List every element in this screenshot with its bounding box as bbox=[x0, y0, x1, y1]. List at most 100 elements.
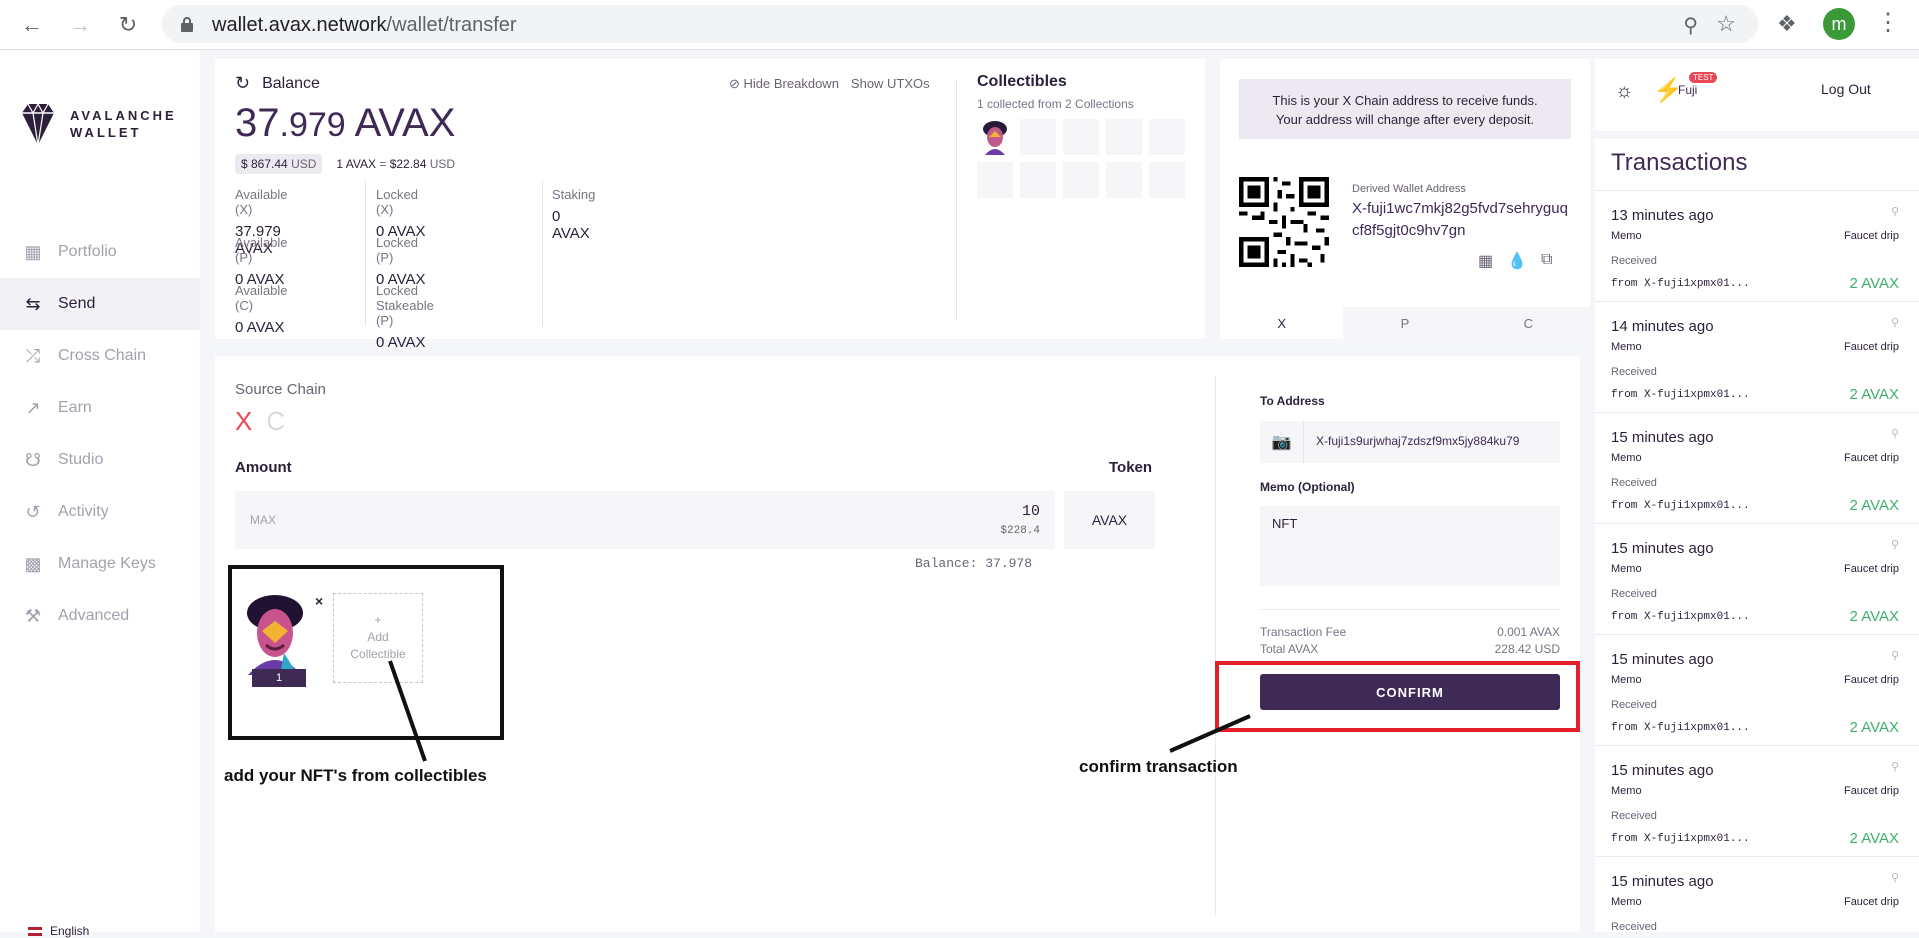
profile-avatar[interactable]: m bbox=[1823, 8, 1855, 40]
send-icon: ⇆ bbox=[25, 293, 41, 314]
hide-breakdown-link[interactable]: ⊘ Hide Breakdown bbox=[729, 76, 839, 92]
url-text: wallet.avax.network/wallet/transfer bbox=[212, 14, 517, 36]
to-address-input[interactable]: 📷 X-fuji1s9urjwhaj7zdszf9mx5jy884ku79 bbox=[1260, 421, 1560, 463]
sidebar-item-studio[interactable]: ☋ Studio bbox=[0, 434, 200, 486]
token-select[interactable]: AVAX bbox=[1064, 491, 1155, 549]
divider bbox=[365, 181, 366, 326]
earn-icon: ↗ bbox=[25, 397, 41, 418]
memo-textarea[interactable]: NFT bbox=[1260, 506, 1560, 586]
available-balance: Balance: 37.978 bbox=[915, 556, 1033, 571]
empty-collectible-slot bbox=[1106, 119, 1142, 155]
chain-tabs: X P C bbox=[1220, 307, 1590, 339]
transaction-item[interactable]: 13 minutes ago ⚲ Memo Faucet drip Receiv… bbox=[1595, 190, 1919, 301]
derived-address-value[interactable]: X-fuji1wc7mkj82g5fvd7sehryguqcf8f5gjt0c9… bbox=[1352, 198, 1572, 242]
derived-address-label: Derived Wallet Address bbox=[1352, 183, 1466, 195]
balance-cell: Available (P) 0 AVAX bbox=[235, 235, 288, 288]
sidebar-item-portfolio[interactable]: ▦ Portfolio bbox=[0, 226, 200, 278]
sidebar-item-earn[interactable]: ↗ Earn bbox=[0, 382, 200, 434]
transaction-item[interactable]: 15 minutes ago ⚲ Memo Faucet drip Receiv… bbox=[1595, 745, 1919, 856]
token-label: Token bbox=[1109, 459, 1153, 476]
search-icon[interactable]: ⚲ bbox=[1891, 316, 1899, 329]
transaction-item[interactable]: 15 minutes ago ⚲ Memo Faucet drip Receiv… bbox=[1595, 634, 1919, 745]
show-utxos-link[interactable]: Show UTXOs bbox=[851, 76, 930, 92]
transaction-item[interactable]: 15 minutes ago ⚲ Memo Faucet drip Receiv… bbox=[1595, 523, 1919, 634]
search-icon[interactable]: ⚲ bbox=[1891, 871, 1899, 884]
avalanche-diamond-icon bbox=[22, 102, 54, 146]
refresh-icon[interactable]: ↻ bbox=[235, 73, 250, 94]
extensions-puzzle-icon[interactable]: ❖ bbox=[1777, 11, 1797, 37]
faucet-drop-icon[interactable]: 💧 bbox=[1507, 251, 1527, 271]
sidebar-item-send[interactable]: ⇆ Send bbox=[0, 278, 200, 330]
sidebar-item-label: Cross Chain bbox=[58, 347, 147, 364]
total-row: Total AVAX 228.42 USD bbox=[1260, 642, 1560, 656]
locked-column: Locked (X) 0 AVAX Locked (P) 0 AVAX Locked… bbox=[376, 187, 434, 351]
divider bbox=[1215, 376, 1216, 916]
balance-cell: Locked (X) 0 AVAX bbox=[376, 187, 426, 240]
amount-value: 10 bbox=[1021, 503, 1040, 520]
transaction-item[interactable]: 14 minutes ago ⚲ Memo Faucet drip Receiv… bbox=[1595, 301, 1919, 412]
search-icon[interactable]: ⚲ bbox=[1891, 760, 1899, 773]
search-icon[interactable]: ⚲ bbox=[1891, 427, 1899, 440]
nft-thumbnail[interactable] bbox=[977, 119, 1013, 155]
collectibles-grid bbox=[977, 119, 1185, 198]
camera-icon[interactable]: 📷 bbox=[1260, 421, 1304, 463]
sidebar: AVALANCHE WALLET ▦ Portfolio ⇆ Send ⤮ Cr… bbox=[0, 51, 200, 938]
empty-collectible-slot bbox=[1063, 119, 1099, 155]
annotation-nft-text: add your NFT's from collectibles bbox=[224, 766, 487, 785]
balance-cell: Locked Stakeable (P) 0 AVAX bbox=[376, 283, 434, 351]
eye-slash-icon: ⊘ bbox=[729, 76, 740, 91]
sidebar-item-advanced[interactable]: ⚒ Advanced bbox=[0, 590, 200, 642]
annotation-line bbox=[388, 660, 427, 762]
search-icon[interactable]: ⚲ bbox=[1891, 649, 1899, 662]
staking-column: Staking 0 AVAX bbox=[552, 187, 596, 242]
avalanche-logo[interactable]: AVALANCHE WALLET bbox=[18, 101, 177, 147]
tab-p-chain[interactable]: P bbox=[1343, 307, 1467, 339]
sidebar-item-cross-chain[interactable]: ⤮ Cross Chain bbox=[0, 330, 200, 382]
transaction-item[interactable]: 15 minutes ago ⚲ Memo Faucet drip Receiv… bbox=[1595, 412, 1919, 523]
bookmark-star-icon[interactable]: ☆ bbox=[1716, 11, 1736, 37]
browser-menu-icon[interactable]: ⋮ bbox=[1876, 8, 1900, 37]
sidebar-item-manage-keys[interactable]: ▩ Manage Keys bbox=[0, 538, 200, 590]
language-selector[interactable]: English bbox=[28, 924, 89, 938]
empty-collectible-slot bbox=[977, 162, 1013, 198]
transaction-item[interactable]: 15 minutes ago ⚲ Memo Faucet drip Receiv… bbox=[1595, 856, 1919, 932]
source-chain-selector: X C bbox=[235, 406, 285, 437]
sidebar-item-activity[interactable]: ↺ Activity bbox=[0, 486, 200, 538]
empty-collectible-slot bbox=[1149, 119, 1185, 155]
chain-option-c[interactable]: C bbox=[266, 406, 285, 437]
balance-card: ↻ Balance ⊘ Hide Breakdown Show UTXOs 37… bbox=[215, 59, 1205, 351]
sidebar-item-label: Manage Keys bbox=[58, 555, 156, 572]
balance-cell: Staking 0 AVAX bbox=[552, 187, 596, 242]
sidebar-item-label: Activity bbox=[58, 503, 109, 520]
tab-x-chain[interactable]: X bbox=[1220, 307, 1344, 339]
sidebar-item-label: Earn bbox=[58, 399, 92, 416]
empty-collectible-slot bbox=[1020, 162, 1056, 198]
address-actions: ▦ 💧 ⧉ bbox=[1478, 251, 1552, 271]
max-button[interactable]: MAX bbox=[250, 513, 276, 527]
address-bar[interactable]: wallet.avax.network/wallet/transfer ⚲ ☆ bbox=[162, 5, 1758, 43]
sidebar-item-label: Send bbox=[58, 295, 96, 312]
brightness-icon[interactable]: ☼ bbox=[1615, 80, 1633, 103]
search-icon[interactable]: ⚲ bbox=[1891, 538, 1899, 551]
studio-icon: ☋ bbox=[25, 449, 41, 470]
sidebar-item-label: Portfolio bbox=[58, 243, 117, 260]
logout-button[interactable]: Log Out bbox=[1821, 81, 1871, 97]
transactions-title: Transactions bbox=[1611, 149, 1748, 176]
amount-input[interactable]: MAX 10 $228.4 bbox=[235, 491, 1055, 549]
tab-c-chain[interactable]: C bbox=[1466, 307, 1590, 339]
qr-code-icon[interactable]: ▦ bbox=[1478, 251, 1493, 271]
memo-label: Memo (Optional) bbox=[1260, 480, 1355, 494]
reload-icon[interactable]: ↻ bbox=[114, 11, 142, 39]
chain-option-x[interactable]: X bbox=[235, 406, 252, 437]
forward-arrow-icon[interactable]: → bbox=[66, 11, 94, 39]
copy-icon[interactable]: ⧉ bbox=[1541, 251, 1552, 271]
search-icon[interactable]: ⚲ bbox=[1891, 205, 1899, 218]
back-arrow-icon[interactable]: ← bbox=[18, 11, 46, 39]
cross-chain-icon: ⤮ bbox=[25, 345, 41, 366]
network-name[interactable]: Fuji bbox=[1678, 83, 1697, 97]
zoom-icon[interactable]: ⚲ bbox=[1683, 13, 1698, 38]
collectibles-subtitle: 1 collected from 2 Collections bbox=[977, 97, 1134, 111]
empty-collectible-slot bbox=[1063, 162, 1099, 198]
annotation-line bbox=[1169, 714, 1251, 753]
usd-balance-badge: $ 867.44 USD bbox=[235, 154, 323, 174]
